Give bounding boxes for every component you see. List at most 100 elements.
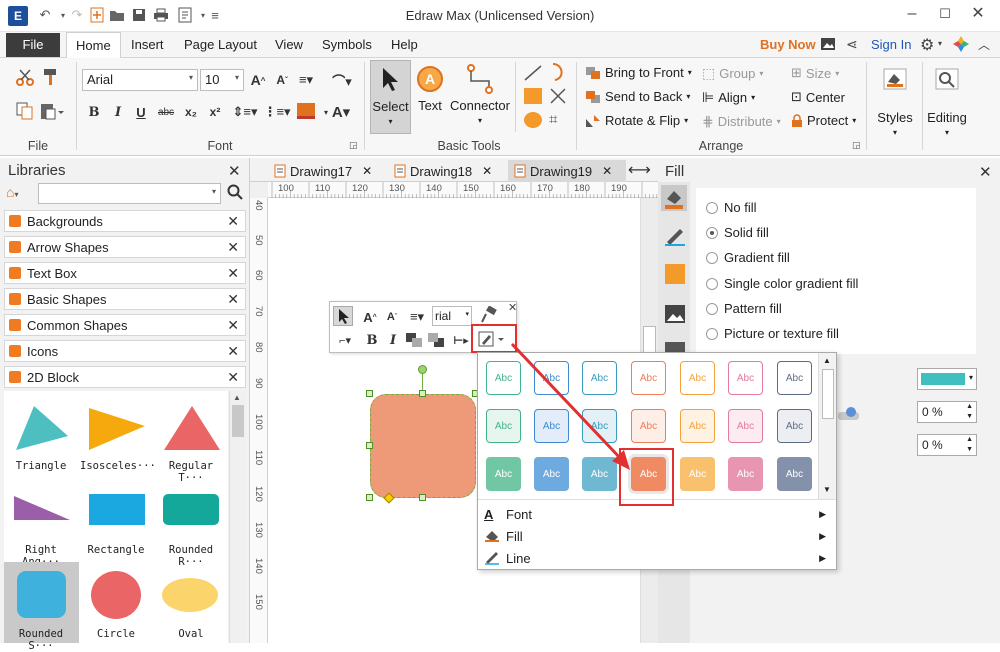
- style-swatch[interactable]: Abc: [680, 409, 715, 443]
- more-tab-icon[interactable]: [665, 342, 685, 352]
- close-window-button[interactable]: ✕: [963, 4, 993, 24]
- font-name-select[interactable]: Arial ▾: [82, 69, 198, 91]
- format-painter-icon[interactable]: [42, 68, 58, 86]
- popup-menu-fill[interactable]: Fill ▶: [484, 525, 832, 547]
- radio-button[interactable]: [706, 277, 718, 290]
- shape-rounded-rectangle[interactable]: Rounded R···: [154, 478, 229, 568]
- image-tab-icon[interactable]: [664, 304, 686, 324]
- solid-fill-option[interactable]: Solid fill: [706, 225, 769, 240]
- app-store-icon[interactable]: [953, 36, 969, 52]
- style-swatch[interactable]: Abc: [777, 361, 812, 395]
- style-swatch[interactable]: Abc: [777, 457, 812, 491]
- rotation-handle[interactable]: [418, 365, 427, 374]
- shrink-font-icon[interactable]: Aˇ: [272, 70, 292, 90]
- bullets-icon[interactable]: ⋮≡▾: [263, 102, 291, 122]
- tab-drawing17[interactable]: Drawing17 ✕: [268, 160, 378, 182]
- redo-icon[interactable]: ↷: [68, 6, 86, 24]
- arc-tool-icon[interactable]: [549, 62, 567, 82]
- open-folder-icon[interactable]: [108, 6, 126, 24]
- select-tool-button[interactable]: Select ▾: [370, 60, 411, 134]
- minimize-button[interactable]: –: [897, 4, 927, 24]
- send-to-back-button[interactable]: Send to Back ▾: [585, 89, 690, 104]
- line-spacing-icon[interactable]: ⇕≡▾: [231, 102, 259, 122]
- crop-tool-icon[interactable]: ⌗: [549, 111, 557, 128]
- buy-now-link[interactable]: Buy Now: [760, 37, 816, 52]
- protect-button[interactable]: Protect ▾: [791, 113, 856, 128]
- tab-drawing19[interactable]: Drawing19 ✕: [508, 160, 626, 182]
- resize-handle[interactable]: [366, 390, 373, 397]
- bold-icon[interactable]: B: [362, 330, 382, 350]
- no-fill-option[interactable]: No fill: [706, 200, 757, 215]
- strikethrough-icon[interactable]: abc: [156, 102, 176, 122]
- grow-font-icon[interactable]: A ^: [248, 70, 268, 90]
- maximize-button[interactable]: ☐: [930, 4, 960, 24]
- bold-icon[interactable]: B: [84, 102, 104, 122]
- close-tab-icon[interactable]: ✕: [482, 164, 492, 178]
- settings-dropdown-icon[interactable]: ▾: [938, 39, 942, 48]
- send-back-icon[interactable]: [427, 332, 445, 348]
- group-button[interactable]: ⬚ Group ▾: [702, 65, 763, 82]
- style-swatch[interactable]: Abc: [728, 409, 763, 443]
- underline-icon[interactable]: U: [131, 102, 151, 122]
- shape-triangle[interactable]: Triangle: [4, 394, 79, 476]
- cross-tool-icon[interactable]: [549, 87, 567, 105]
- shape-circle[interactable]: Circle: [79, 562, 154, 643]
- editing-button[interactable]: Editing ▾: [924, 60, 970, 148]
- transparency-slider-thumb[interactable]: [846, 407, 856, 417]
- gradient-fill-option[interactable]: Gradient fill: [706, 250, 790, 265]
- grow-font-icon[interactable]: A ^: [360, 307, 380, 327]
- text-align-icon[interactable]: ≡▾: [296, 70, 316, 90]
- menu-symbols[interactable]: Symbols: [322, 37, 372, 52]
- pattern-fill-option[interactable]: Pattern fill: [706, 301, 782, 316]
- close-library-icon[interactable]: ✕: [227, 213, 239, 230]
- search-icon[interactable]: [227, 184, 243, 200]
- resize-handle[interactable]: [366, 494, 373, 501]
- radio-button[interactable]: [706, 251, 718, 264]
- close-library-icon[interactable]: ✕: [227, 369, 239, 386]
- close-libraries-button[interactable]: ✕: [228, 162, 241, 180]
- library-arrow-shapes[interactable]: Arrow Shapes ✕: [4, 236, 246, 258]
- resize-handle[interactable]: [419, 390, 426, 397]
- close-library-icon[interactable]: ✕: [227, 265, 239, 282]
- distribute-button[interactable]: ⋕ Distribute ▾: [702, 113, 781, 130]
- library-search-input[interactable]: ▾: [38, 183, 221, 204]
- radio-button[interactable]: [706, 226, 718, 239]
- radio-button[interactable]: [706, 327, 718, 340]
- shrink-font-icon[interactable]: Aˇ: [382, 307, 402, 327]
- menu-insert[interactable]: Insert: [131, 37, 164, 52]
- size-button[interactable]: ⊞ Size ▾: [791, 65, 839, 81]
- transparency-input[interactable]: 0 % ▲ ▼: [917, 401, 977, 423]
- close-toolbar-icon[interactable]: ✕: [508, 301, 517, 314]
- menu-page-layout[interactable]: Page Layout: [184, 37, 257, 52]
- shape-rectangle[interactable]: Rectangle: [79, 478, 154, 560]
- close-library-icon[interactable]: ✕: [227, 343, 239, 360]
- font-color-icon[interactable]: A▾: [331, 102, 351, 122]
- superscript-icon[interactable]: x²: [205, 102, 225, 122]
- menu-view[interactable]: View: [275, 37, 303, 52]
- cut-icon[interactable]: [16, 68, 34, 86]
- ellipse-tool-icon[interactable]: [524, 112, 542, 128]
- text-path-icon[interactable]: ⌒▾: [328, 70, 356, 90]
- tab-scroll-arrows-icon[interactable]: ⟷: [628, 160, 651, 180]
- library-common-shapes[interactable]: Common Shapes ✕: [4, 314, 246, 336]
- subscript-icon[interactable]: x₂: [181, 102, 201, 122]
- menu-home[interactable]: Home: [66, 32, 121, 58]
- pointer-icon[interactable]: [333, 306, 353, 326]
- resize-handle[interactable]: [366, 442, 373, 449]
- resize-handle[interactable]: [419, 494, 426, 501]
- font-select[interactable]: rial ▾: [432, 306, 472, 326]
- brightness-input[interactable]: 0 % ▲ ▼: [917, 434, 977, 456]
- library-2d-block[interactable]: 2D Block ✕: [4, 366, 246, 388]
- shape-rounded-square[interactable]: Rounded S···: [4, 562, 79, 652]
- font-dialog-launcher-icon[interactable]: ◲: [349, 140, 358, 151]
- paste-icon[interactable]: [40, 102, 64, 120]
- align-button[interactable]: ⊫ Align ▾: [702, 89, 755, 106]
- library-backgrounds[interactable]: Backgrounds ✕: [4, 210, 246, 232]
- close-library-icon[interactable]: ✕: [227, 239, 239, 256]
- sign-in-link[interactable]: Sign In: [871, 37, 911, 52]
- library-home-icon[interactable]: ⌂▾: [6, 184, 36, 204]
- close-library-icon[interactable]: ✕: [227, 317, 239, 334]
- popup-menu-line[interactable]: Line ▶: [484, 547, 832, 569]
- center-button[interactable]: ⊡ Center: [791, 89, 845, 105]
- tab-drawing18[interactable]: Drawing18 ✕: [388, 160, 498, 182]
